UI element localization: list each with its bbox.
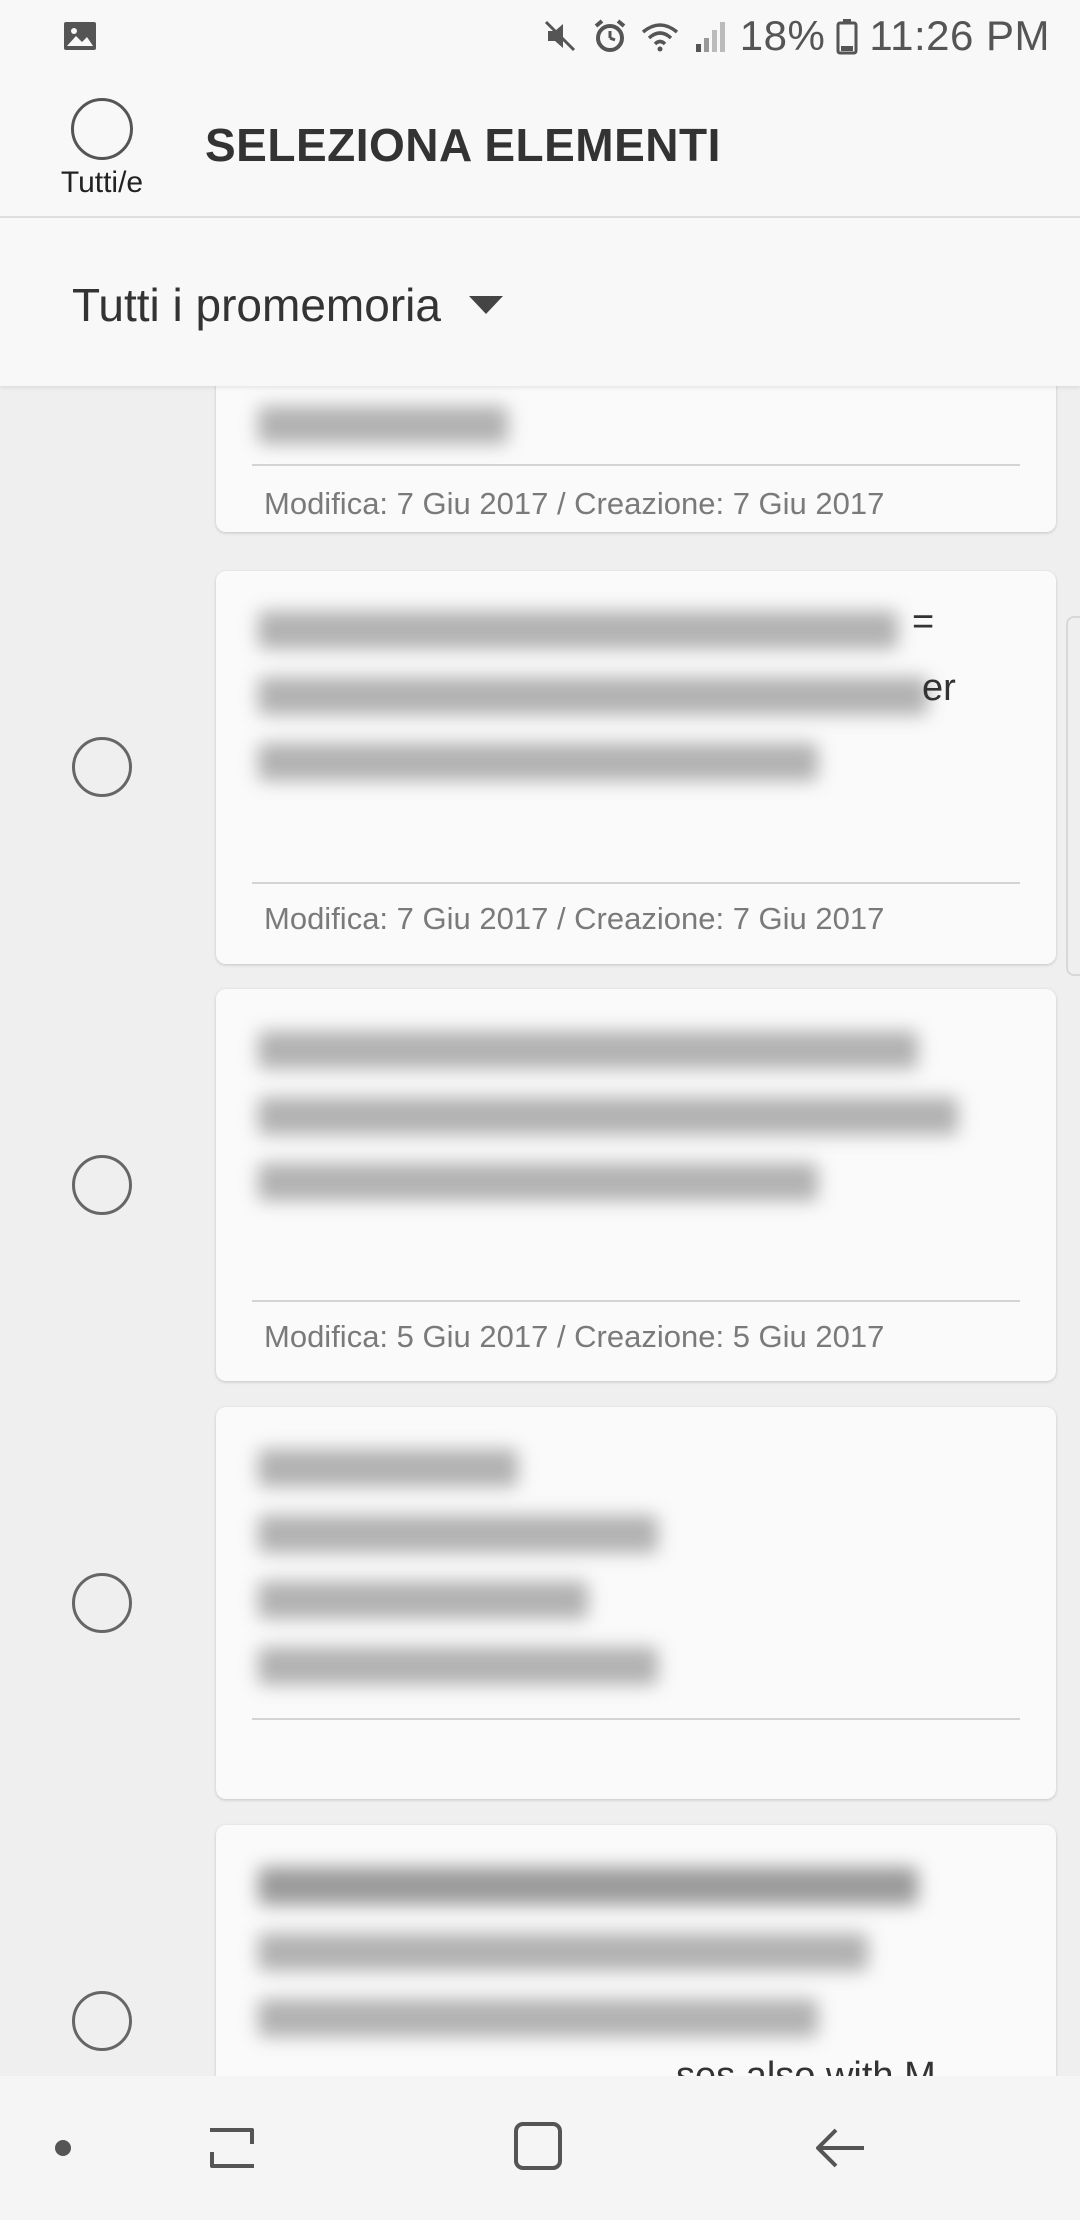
battery-icon	[835, 16, 859, 56]
dot-icon[interactable]	[55, 2140, 71, 2156]
item-checkbox[interactable]	[72, 1155, 132, 1215]
peek-text: =	[912, 601, 935, 643]
card-divider	[252, 464, 1020, 466]
card-dates: Modifica: 7 Giu 2017 / Creazione: 7 Giu …	[264, 486, 885, 521]
select-all-label: Tutti/e	[60, 166, 144, 199]
gallery-icon	[60, 16, 100, 56]
list-item[interactable]	[216, 1407, 1056, 1799]
nav-bar	[0, 2076, 1080, 2220]
battery-percent: 18%	[739, 12, 826, 59]
filter-bar: Tutti i promemoria	[0, 218, 1080, 386]
peek-text: er	[922, 667, 956, 709]
item-checkbox[interactable]	[72, 737, 132, 797]
select-all-toggle[interactable]: Tutti/e	[40, 98, 164, 200]
scrollbar[interactable]	[1066, 616, 1080, 976]
recents-icon[interactable]	[204, 2120, 260, 2176]
card-divider	[252, 1300, 1020, 1302]
list-item[interactable]: Modifica: 7 Giu 2017 / Creazione: 7 Giu …	[216, 386, 1056, 532]
card-dates: Modifica: 7 Giu 2017 / Creazione: 7 Giu …	[264, 901, 885, 936]
back-icon[interactable]	[810, 2120, 870, 2176]
signal-icon	[690, 16, 730, 56]
card-dates: Modifica: 5 Giu 2017 / Creazione: 5 Giu …	[264, 1319, 885, 1354]
clock: 11:26 PM	[869, 12, 1050, 59]
status-bar: 18% 11:26 PM	[0, 0, 1080, 72]
category-dropdown-label: Tutti i promemoria	[72, 279, 441, 331]
list-item[interactable]: ses also with M	[216, 1825, 1056, 2076]
card-divider	[252, 1718, 1020, 1720]
alarm-icon	[590, 16, 630, 56]
item-checbox[interactable]	[72, 1991, 132, 2051]
category-dropdown[interactable]: Tutti i promemoria	[72, 278, 503, 332]
memo-list[interactable]: Modifica: 7 Giu 2017 / Creazione: 7 Giu …	[0, 386, 1080, 2076]
select-all-checkbox[interactable]	[71, 98, 133, 160]
chevron-down-icon	[468, 296, 503, 314]
item-checkbox[interactable]	[72, 1573, 132, 1633]
card-divider	[252, 882, 1020, 884]
peek-text: ses also with M	[676, 2055, 936, 2076]
list-item[interactable]: = er Modifica: 7 Giu 2017 / Creazione: 7…	[216, 571, 1056, 964]
home-icon[interactable]	[510, 2118, 566, 2174]
mute-icon	[540, 16, 580, 56]
wifi-icon	[640, 16, 680, 56]
list-item[interactable]: Modifica: 5 Giu 2017 / Creazione: 5 Giu …	[216, 989, 1056, 1381]
page-title: SELEZIONA ELEMENTI	[205, 119, 721, 171]
app-bar: Tutti/e SELEZIONA ELEMENTI	[0, 72, 1080, 218]
